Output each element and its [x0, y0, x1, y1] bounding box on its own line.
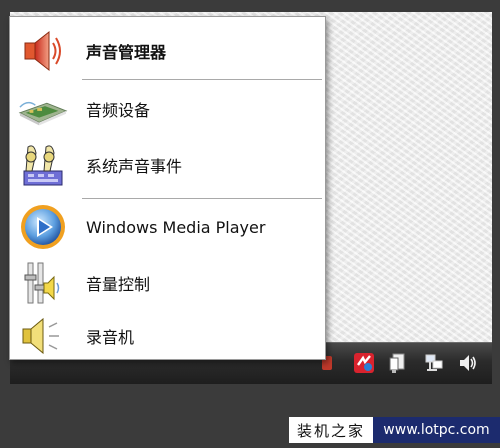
- menu-item-windows-media-player[interactable]: Windows Media Player: [12, 201, 323, 253]
- menu-item-sound-manager[interactable]: 声音管理器: [12, 25, 323, 77]
- network-icon[interactable]: [423, 352, 445, 374]
- menu-item-label: 声音管理器: [86, 43, 167, 62]
- usb-device-icon[interactable]: [387, 352, 409, 374]
- menu-item-label: 系统声音事件: [86, 157, 183, 176]
- volume-control-icon: [18, 258, 68, 308]
- menu-separator: [82, 198, 322, 199]
- menu-item-label: 音量控制: [86, 275, 151, 294]
- antivirus-icon[interactable]: [353, 352, 375, 374]
- menu-item-sound-recorder[interactable]: 录音机: [12, 313, 323, 359]
- volume-icon[interactable]: [457, 352, 479, 374]
- watermark-site-name: 装机之家: [289, 417, 373, 443]
- watermark-url: www.lotpc.com: [373, 417, 500, 443]
- menu-item-system-sound-events[interactable]: 系统声音事件: [12, 139, 323, 191]
- menu-item-label: 音频设备: [86, 101, 151, 120]
- menu-separator: [82, 79, 322, 80]
- menu-item-label: 录音机: [86, 328, 135, 347]
- speaker-icon: [18, 26, 68, 76]
- sound-recorder-icon: [18, 311, 68, 361]
- audio-device-icon: [18, 84, 68, 134]
- sound-context-menu: 声音管理器 音频设备 系统声音事件 Windows Media Player 音…: [9, 16, 326, 360]
- sound-events-icon: [18, 140, 68, 190]
- menu-item-label: Windows Media Player: [86, 217, 266, 237]
- media-player-icon: [18, 202, 68, 252]
- watermark: 装机之家 www.lotpc.com: [289, 417, 500, 443]
- menu-item-audio-devices[interactable]: 音频设备: [12, 83, 323, 135]
- menu-item-volume-control[interactable]: 音量控制: [12, 257, 323, 309]
